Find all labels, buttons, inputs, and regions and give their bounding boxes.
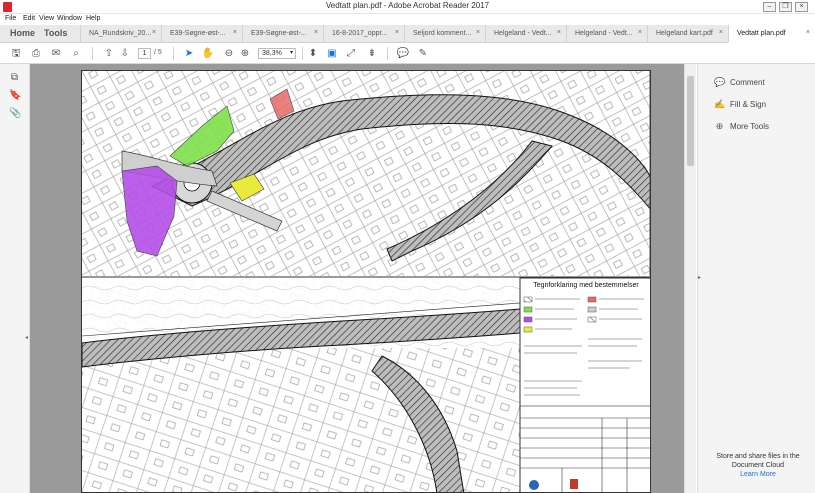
collapse-right-panel-icon[interactable]: ▸ [698, 274, 701, 281]
doc-tab[interactable]: Helgeland - Vedt... × [485, 25, 566, 43]
chevron-down-icon: ▾ [289, 50, 293, 56]
document-cloud-text: Store and share files in the Document Cl… [716, 453, 800, 469]
coat-of-arms [570, 479, 578, 489]
doc-tab-label: Helgeland kart.pdf [656, 30, 713, 37]
doc-tab[interactable]: E39-Søgne-øst-... × [161, 25, 242, 43]
expand-left-panel-icon[interactable]: ◂ [25, 334, 28, 341]
divider [92, 47, 93, 60]
close-icon[interactable]: × [795, 2, 808, 12]
zoom-out-icon[interactable]: ⊖ [222, 47, 236, 60]
window-title: Vedtatt plan.pdf - Adobe Acrobat Reader … [325, 1, 490, 10]
next-page-icon[interactable]: ⇩ [118, 47, 132, 60]
doc-tab[interactable]: Seljord komment... × [404, 25, 485, 43]
doc-tab-label: E39-Søgne-øst-... [170, 30, 226, 37]
left-nav-panel: ⧉ 🔖 📎 ◂ [0, 64, 30, 493]
legend-title: Tegnforklaring med bestemmelser [533, 282, 639, 289]
tab-bar: Home Tools NA_Rundskriv_20... × E39-Søgne… [0, 25, 815, 43]
legend-panel [519, 277, 650, 492]
divider [173, 47, 174, 60]
page-number-input[interactable]: 1 [138, 48, 151, 59]
fill-sign-label: Fill & Sign [730, 100, 767, 109]
doc-tab-label: Seljord komment... [413, 30, 472, 37]
divider [302, 47, 303, 60]
right-tools-panel: 💬 Comment ✍ Fill & Sign ⊕ More Tools ▸ S… [697, 64, 815, 493]
fit-page-icon[interactable]: ⬍ [306, 47, 320, 60]
doc-tab-label: NA_Rundskriv_20... [89, 30, 152, 37]
page-count: / 5 [154, 49, 162, 56]
close-tab-icon[interactable]: × [152, 29, 156, 36]
doc-tab[interactable]: Helgeland - Vedt... × [566, 25, 647, 43]
zoning-map: Tegnforklaring med bestemmelser [82, 71, 650, 492]
menu-window[interactable]: Window [57, 15, 82, 22]
tab-home[interactable]: Home [10, 28, 35, 38]
menu-help[interactable]: Help [86, 15, 100, 22]
menu-view[interactable]: View [39, 15, 54, 22]
zoom-value: 38,3% [262, 50, 282, 57]
restore-icon[interactable]: ❐ [779, 2, 792, 12]
close-tab-icon[interactable]: × [233, 29, 237, 36]
title-bar: Vedtatt plan.pdf - Adobe Acrobat Reader … [0, 0, 815, 14]
doc-tab[interactable]: E39-Søgne-øst-... × [242, 25, 323, 43]
doc-tab[interactable]: Helgeland kart.pdf × [647, 25, 728, 43]
previous-page-icon[interactable]: ⇧ [102, 47, 116, 60]
hand-tool-icon[interactable]: ✋ [201, 47, 215, 60]
comment-label: Comment [730, 78, 765, 87]
minimize-icon[interactable]: – [763, 2, 776, 12]
municipal-logo [529, 480, 539, 490]
tab-tools[interactable]: Tools [44, 28, 67, 38]
doc-tab-label: E39-Søgne-øst-... [251, 30, 307, 37]
close-tab-icon[interactable]: × [557, 29, 561, 36]
bookmark-icon[interactable]: 🔖 [9, 90, 21, 101]
zoom-select[interactable]: 38,3% ▾ [258, 48, 296, 59]
close-tab-icon[interactable]: × [476, 29, 480, 36]
pen-icon[interactable]: ✎ [416, 47, 430, 60]
attachment-icon[interactable]: 📎 [9, 108, 21, 119]
close-tab-icon[interactable]: × [719, 29, 723, 36]
plus-circle-icon: ⊕ [715, 121, 724, 131]
zoom-in-icon[interactable]: ⊕ [238, 47, 252, 60]
doc-tab-label: Helgeland - Vedt... [575, 30, 633, 37]
print-icon[interactable]: ⎙ [29, 47, 43, 60]
scrollbar-thumb[interactable] [687, 76, 694, 166]
fit-width-icon[interactable]: ▣ [325, 47, 339, 60]
more-tools-label: More Tools [730, 122, 769, 131]
page-thumbnails-icon[interactable]: ⧉ [9, 72, 20, 83]
menu-file[interactable]: File [5, 15, 16, 22]
scroll-mode-icon[interactable]: ⇟ [365, 47, 379, 60]
doc-tab-label: Helgeland - Vedt... [494, 30, 552, 37]
fill-sign-icon: ✍ [714, 99, 726, 109]
vertical-scrollbar[interactable] [684, 64, 696, 493]
email-icon[interactable]: ✉ [49, 47, 63, 60]
menu-edit[interactable]: Edit [23, 15, 35, 22]
full-screen-icon[interactable]: ⤢ [344, 47, 358, 60]
toolbar: 🖫 ⎙ ✉ ⌕ ⇧ ⇩ 1 / 5 ➤ ✋ ⊖ ⊕ 38,3% ▾ ⬍ ▣ ⤢ ⇟… [0, 43, 815, 64]
doc-tab-active[interactable]: Vedtatt plan.pdf × [728, 25, 815, 43]
close-tab-icon[interactable]: × [806, 29, 810, 36]
learn-more-link[interactable]: Learn More [704, 471, 812, 478]
doc-tab-label: 16-8-2017_oppr... [332, 30, 388, 37]
save-icon[interactable]: 🖫 [9, 47, 23, 60]
close-tab-icon[interactable]: × [638, 29, 642, 36]
pdf-page: Tegnforklaring med bestemmelser [81, 70, 651, 493]
divider [387, 47, 388, 60]
close-tab-icon[interactable]: × [395, 29, 399, 36]
doc-tab-label: Vedtatt plan.pdf [737, 30, 786, 37]
document-area[interactable]: Tegnforklaring med bestemmelser [30, 64, 685, 493]
select-cursor-icon[interactable]: ➤ [182, 47, 196, 60]
comment-bubble-icon[interactable]: 💬 [396, 47, 410, 60]
doc-tab[interactable]: 16-8-2017_oppr... × [323, 25, 404, 43]
search-icon[interactable]: ⌕ [69, 47, 83, 60]
menu-bar: File Edit View Window Help [0, 14, 815, 25]
close-tab-icon[interactable]: × [314, 29, 318, 36]
doc-tab[interactable]: NA_Rundskriv_20... × [80, 25, 161, 43]
comment-icon: 💬 [714, 77, 726, 87]
